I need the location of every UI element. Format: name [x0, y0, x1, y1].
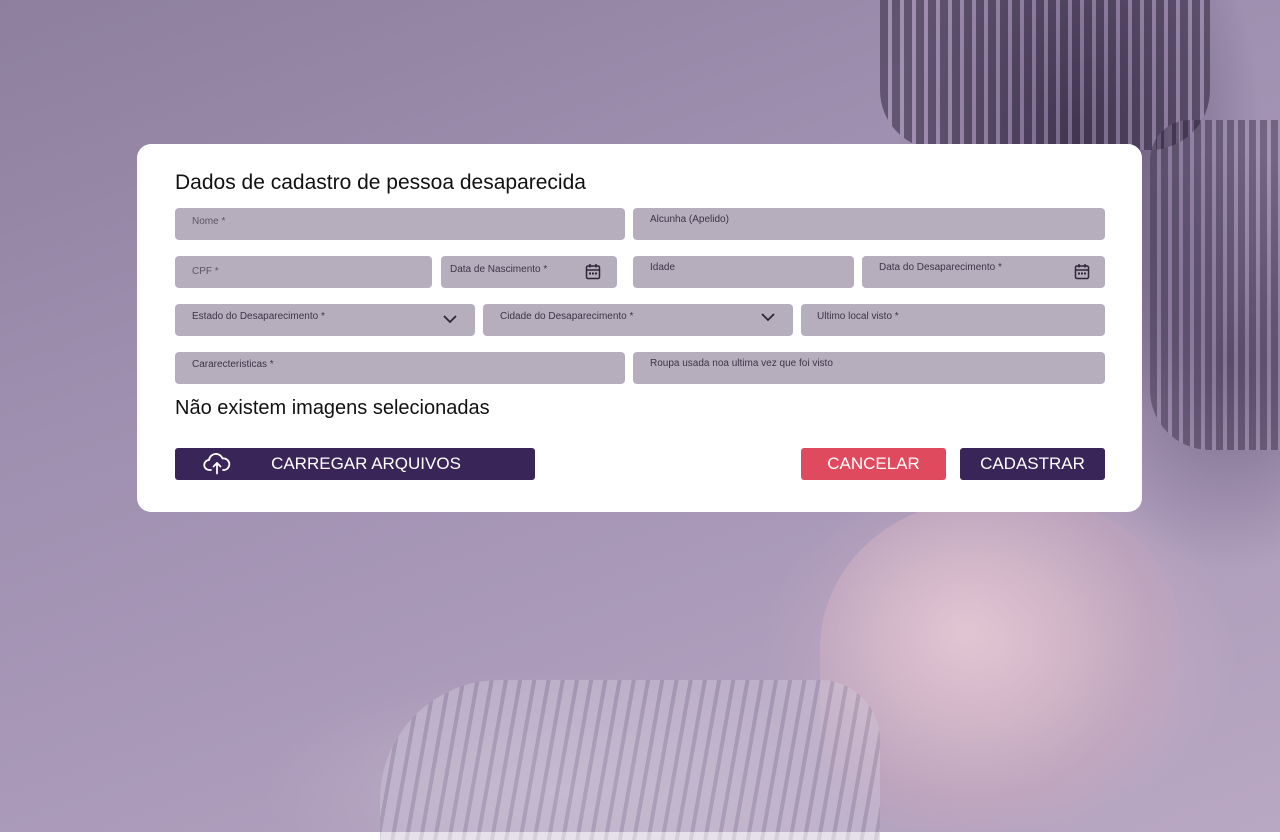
data-nascimento-field[interactable]: Data de Nascimento *	[441, 256, 617, 288]
cancel-button[interactable]: CANCELAR	[801, 448, 946, 480]
submit-button[interactable]: CADASTRAR	[960, 448, 1105, 480]
caracteristicas-field[interactable]: Cararecteristicas *	[175, 352, 625, 384]
form-title: Dados de cadastro de pessoa desaparecida	[175, 171, 586, 195]
cpf-field[interactable]: CPF *	[175, 256, 432, 288]
nome-label: Nome *	[192, 216, 225, 227]
data-nascimento-label: Data de Nascimento *	[450, 264, 547, 275]
caracteristicas-label: Cararecteristicas *	[192, 359, 274, 370]
sweater-sleeve-light	[380, 680, 880, 840]
sweater-sleeve-right	[1150, 120, 1280, 450]
cidade-desaparecimento-label: Cidade do Desaparecimento *	[500, 311, 633, 322]
chevron-down-icon[interactable]	[442, 312, 458, 330]
cpf-label: CPF *	[192, 266, 219, 277]
idade-field[interactable]: Idade	[633, 256, 854, 288]
registration-form-card: Dados de cadastro de pessoa desaparecida…	[137, 144, 1142, 512]
data-desaparecimento-field[interactable]: Data do Desaparecimento *	[862, 256, 1105, 288]
alcunha-field[interactable]: Alcunha (Apelido)	[633, 208, 1105, 240]
roupa-label: Roupa usada noa ultima vez que foi visto	[650, 358, 833, 369]
cidade-desaparecimento-select[interactable]: Cidade do Desaparecimento *	[483, 304, 793, 336]
estado-desaparecimento-label: Estado do Desaparecimento *	[192, 311, 325, 322]
idade-label: Idade	[650, 262, 675, 273]
ultimo-local-label: Ultimo local visto *	[817, 311, 899, 322]
chevron-down-icon[interactable]	[760, 310, 776, 328]
data-desaparecimento-label: Data do Desaparecimento *	[879, 262, 1002, 273]
estado-desaparecimento-select[interactable]: Estado do Desaparecimento *	[175, 304, 475, 336]
sweater-sleeve-dark	[880, 0, 1210, 150]
no-images-message: Não existem imagens selecionadas	[175, 397, 490, 420]
upload-files-button[interactable]: CARREGAR ARQUIVOS	[175, 448, 535, 480]
cloud-upload-icon	[203, 453, 231, 480]
calendar-icon[interactable]	[585, 263, 601, 285]
alcunha-label: Alcunha (Apelido)	[650, 214, 729, 225]
calendar-icon[interactable]	[1074, 263, 1090, 285]
roupa-field[interactable]: Roupa usada noa ultima vez que foi visto	[633, 352, 1105, 384]
ultimo-local-field[interactable]: Ultimo local visto *	[801, 304, 1105, 336]
upload-files-label: CARREGAR ARQUIVOS	[271, 454, 461, 474]
nome-field[interactable]: Nome *	[175, 208, 625, 240]
